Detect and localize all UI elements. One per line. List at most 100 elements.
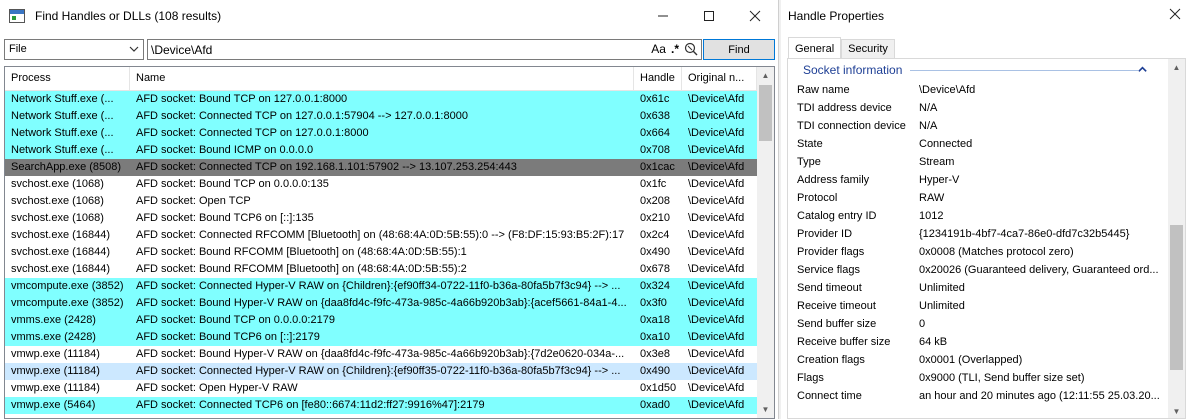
property-row[interactable]: Provider ID {1234191b-4bf7-4ca7-86e0-dfd7… [788,225,1166,243]
property-value: 0x20026 (Guaranteed delivery, Guaranteed… [919,264,1159,276]
property-row[interactable]: Flags 0x9000 (TLI, Send buffer size set) [788,369,1166,387]
close-button[interactable] [732,0,778,32]
scroll-thumb[interactable] [1170,225,1183,370]
cell-name: AFD socket: Bound Hyper-V RAW on {daa8fd… [136,297,627,309]
minimize-button[interactable] [640,0,686,32]
table-row[interactable]: svchost.exe (1068) AFD socket: Bound TCP6… [5,210,757,227]
table-row[interactable]: SearchApp.exe (8508) AFD socket: Connecte… [5,159,757,176]
property-label: Creation flags [797,354,865,366]
cell-handle: 0x324 [640,280,670,292]
property-label: Service flags [797,264,860,276]
table-row[interactable]: Network Stuff.exe (... AFD socket: Bound … [5,142,757,159]
property-value: an hour and 20 minutes ago (12:11:55 25.… [919,390,1160,402]
cell-handle: 0x678 [640,263,670,275]
property-row[interactable]: Provider flags 0x0008 (Matches protocol z… [788,243,1166,261]
table-row[interactable]: Network Stuff.exe (... AFD socket: Bound … [5,91,757,108]
close-icon [749,10,761,22]
scroll-down-icon[interactable]: ▼ [757,401,774,418]
results-scrollbar[interactable]: ▲ ▼ [757,67,774,418]
scroll-up-icon[interactable]: ▲ [757,67,774,84]
title-bar[interactable]: Find Handles or DLLs (108 results) [0,0,778,32]
handle-properties-window: Handle Properties General Security Socke… [781,0,1191,419]
table-row[interactable]: svchost.exe (1068) AFD socket: Bound TCP … [5,176,757,193]
cell-handle: 0x1cac [640,161,675,173]
property-label: Provider ID [797,228,853,240]
table-row[interactable]: svchost.exe (16844) AFD socket: Connected… [5,227,757,244]
cell-original-name: \Device\Afd [688,297,745,309]
table-row[interactable]: vmms.exe (2428) AFD socket: Bound TCP6 on… [5,329,757,346]
property-row[interactable]: Send buffer size 0 [788,315,1166,333]
cell-handle: 0x664 [640,127,670,139]
property-row[interactable]: Address family Hyper-V [788,171,1166,189]
property-row[interactable]: Catalog entry ID 1012 [788,207,1166,225]
table-row[interactable]: vmcompute.exe (3852) AFD socket: Connecte… [5,278,757,295]
search-clear-icon[interactable] [684,42,698,56]
case-sensitive-toggle[interactable]: Aa [651,42,666,56]
property-row[interactable]: Receive timeout Unlimited [788,297,1166,315]
type-filter-select[interactable]: File [4,39,144,60]
chevron-up-icon[interactable] [1137,64,1148,75]
table-row[interactable]: vmwp.exe (11184) AFD socket: Open Hyper-V… [5,380,757,397]
property-row[interactable]: TDI connection device N/A [788,117,1166,135]
property-label: Type [797,156,821,168]
property-row[interactable]: Type Stream [788,153,1166,171]
maximize-button[interactable] [686,0,732,32]
cell-process: svchost.exe (1068) [11,212,104,224]
table-row[interactable]: Network Stuff.exe (... AFD socket: Connec… [5,108,757,125]
scroll-thumb[interactable] [759,85,772,141]
table-row[interactable]: svchost.exe (16844) AFD socket: Bound RFC… [5,244,757,261]
table-row[interactable]: svchost.exe (1068) AFD socket: Open TCP 0x… [5,193,757,210]
property-row[interactable]: Service flags 0x20026 (Guaranteed deliver… [788,261,1166,279]
cell-handle: 0x638 [640,110,670,122]
table-row[interactable]: vmwp.exe (11184) AFD socket: Bound Hyper-… [5,346,757,363]
property-label: Catalog entry ID [797,210,877,222]
table-row[interactable]: vmcompute.exe (3852) AFD socket: Bound Hy… [5,295,757,312]
cell-handle: 0xa18 [640,314,670,326]
table-row[interactable]: vmwp.exe (11184) AFD socket: Connected Hy… [5,363,757,380]
search-query-box[interactable]: Aa .* [147,39,702,60]
cell-name: AFD socket: Connected TCP on 127.0.0.1:5… [136,110,468,122]
socket-info-group[interactable]: Socket information [800,62,1150,78]
search-input[interactable] [151,40,631,59]
property-row[interactable]: Creation flags 0x0001 (Overlapped) [788,351,1166,369]
cell-original-name: \Device\Afd [688,93,745,105]
property-list: Raw name \Device\Afd TDI address device N/A… [788,81,1166,405]
property-label: Receive timeout [797,300,876,312]
regex-toggle[interactable]: .* [671,42,679,56]
column-header-process[interactable]: Process [5,67,130,91]
scroll-up-icon[interactable]: ▲ [1168,59,1185,76]
property-row[interactable]: Send timeout Unlimited [788,279,1166,297]
cell-name: AFD socket: Bound TCP on 0.0.0.0:135 [136,178,329,190]
column-header-name[interactable]: Name [130,67,634,91]
tab-general[interactable]: General [788,37,842,58]
column-header-handle[interactable]: Handle [634,67,682,91]
find-button[interactable]: Find [703,39,775,60]
cell-original-name: \Device\Afd [688,331,745,343]
general-panel: Socket information Raw name \Device\Afd TD… [787,58,1186,419]
property-row[interactable]: TDI address device N/A [788,99,1166,117]
table-row[interactable]: Network Stuff.exe (... AFD socket: Connec… [5,125,757,142]
property-row[interactable]: Connect time an hour and 20 minutes ago (… [788,387,1166,405]
property-row[interactable]: Protocol RAW [788,189,1166,207]
table-row[interactable]: svchost.exe (16844) AFD socket: Bound RFC… [5,261,757,278]
column-header-original-name[interactable]: Original n... [682,67,757,91]
property-row[interactable]: Receive buffer size 64 kB [788,333,1166,351]
table-row[interactable]: vmms.exe (2428) AFD socket: Bound TCP on … [5,312,757,329]
results-rows: Network Stuff.exe (... AFD socket: Bound … [5,91,757,414]
cell-process: vmcompute.exe (3852) [11,297,124,309]
cell-name: AFD socket: Open TCP [136,195,251,207]
tab-security[interactable]: Security [841,39,895,58]
property-value: 0 [919,318,926,330]
results-header: Process Name Handle Original n... [5,67,757,91]
property-row[interactable]: State Connected [788,135,1166,153]
group-divider [910,70,1138,71]
cell-original-name: \Device\Afd [688,195,745,207]
property-row[interactable]: Raw name \Device\Afd [788,81,1166,99]
properties-close-button[interactable] [1169,7,1181,23]
cell-handle: 0x3f0 [640,297,667,309]
scroll-down-icon[interactable]: ▼ [1168,403,1185,418]
properties-scrollbar[interactable]: ▲ ▼ [1168,59,1185,418]
table-row[interactable]: vmwp.exe (5464) AFD socket: Connected TCP… [5,397,757,414]
property-value: 1012 [919,210,944,222]
cell-original-name: \Device\Afd [688,399,745,411]
